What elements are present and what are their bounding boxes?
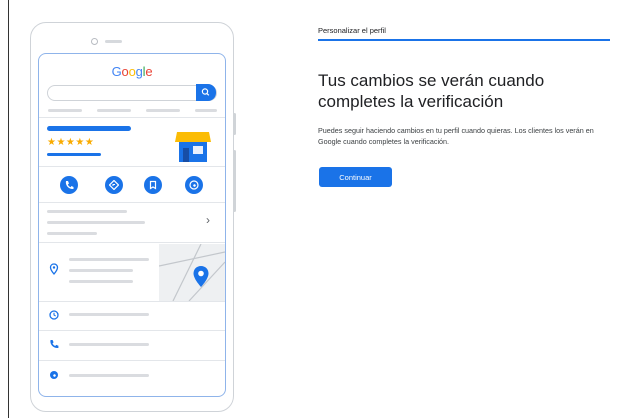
location-pin-icon	[49, 263, 59, 275]
logo-letter: o	[128, 64, 136, 79]
clock-icon	[49, 310, 59, 320]
save-action	[144, 176, 162, 194]
call-action	[60, 176, 78, 194]
bookmark-icon	[149, 180, 157, 190]
hours-placeholder	[69, 313, 149, 316]
phone-side-button	[233, 113, 236, 135]
address-placeholder	[69, 269, 133, 272]
text-placeholder	[47, 232, 97, 235]
logo-letter: G	[111, 64, 122, 79]
phone-camera	[91, 38, 98, 45]
search-bar	[47, 85, 217, 101]
search-button	[196, 84, 216, 101]
website-action	[185, 176, 203, 194]
map-roads	[159, 244, 225, 301]
tab-placeholder	[97, 109, 131, 112]
globe-icon	[50, 371, 58, 379]
divider	[39, 117, 225, 118]
divider	[39, 330, 225, 331]
map-pin-icon	[193, 266, 209, 287]
description: Puedes seguir haciendo cambios en tu per…	[318, 126, 594, 146]
logo-letter: e	[145, 64, 153, 79]
map-thumbnail	[159, 244, 225, 301]
divider	[39, 360, 225, 361]
divider	[39, 166, 225, 167]
address-placeholder	[69, 280, 133, 283]
divider	[39, 202, 225, 203]
category-placeholder	[47, 153, 101, 156]
address-placeholder	[69, 258, 149, 261]
storefront-icon	[175, 132, 211, 162]
website-placeholder	[69, 374, 149, 377]
phone-icon	[50, 340, 59, 349]
text-placeholder	[47, 221, 145, 224]
logo-letter: o	[121, 64, 129, 79]
title-underline	[318, 39, 610, 41]
rating-stars: ★★★★★	[47, 137, 95, 148]
google-logo: Google	[39, 64, 225, 79]
chevron-right-icon: ›	[206, 213, 210, 227]
logo-letter: g	[135, 64, 143, 79]
page: Google ★★★★★ › Personalizar el perfil Tu…	[0, 0, 618, 418]
phone-screen: Google ★★★★★ ›	[38, 53, 226, 397]
panel-title: Personalizar el perfil	[318, 26, 386, 35]
phone-speaker	[105, 40, 122, 43]
window-edge	[8, 0, 9, 418]
directions-icon	[109, 180, 119, 190]
phone-number-placeholder	[69, 343, 149, 346]
business-name-placeholder	[47, 126, 131, 131]
globe-icon	[189, 180, 199, 190]
tab-placeholder	[48, 109, 82, 112]
divider	[39, 301, 225, 302]
text-placeholder	[47, 210, 127, 213]
search-icon	[201, 88, 210, 96]
phone-volume-button	[233, 150, 236, 212]
phone-icon	[65, 181, 74, 190]
headline: Tus cambios se verán cuando completes la…	[318, 71, 545, 111]
tab-placeholder	[146, 109, 180, 112]
directions-action	[105, 176, 123, 194]
divider	[39, 242, 225, 243]
tab-placeholder	[195, 109, 217, 112]
continue-button[interactable]: Continuar	[319, 167, 392, 187]
